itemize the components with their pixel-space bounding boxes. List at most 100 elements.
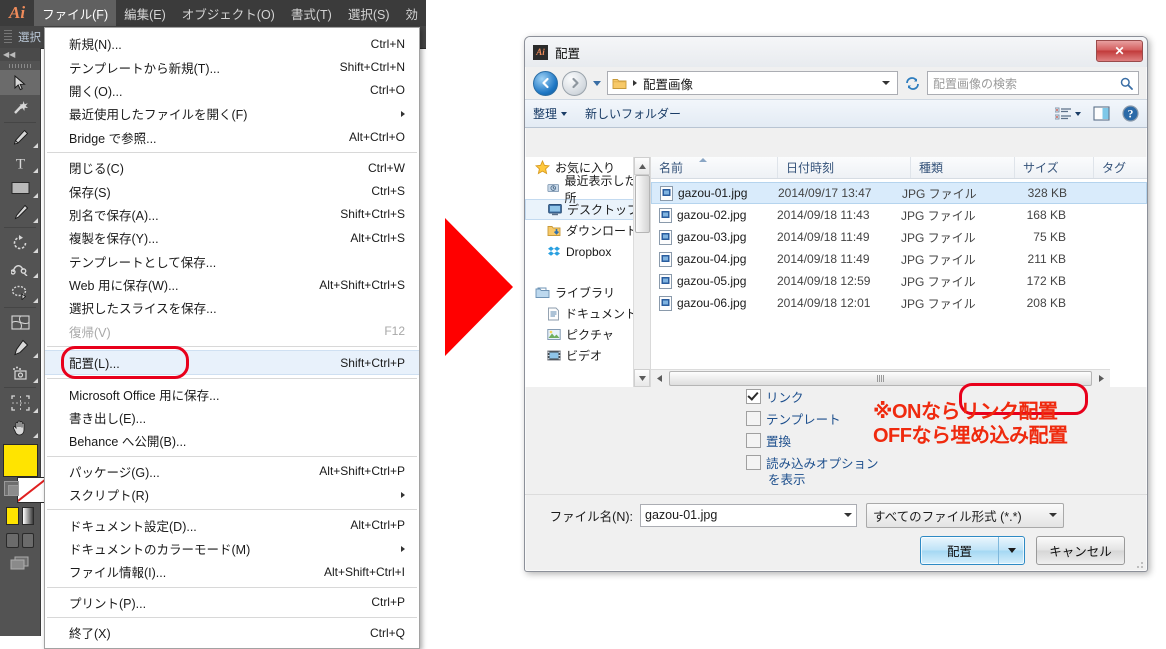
gradient-button[interactable] — [21, 507, 34, 525]
nav-item-recent-places[interactable]: 最近表示した場所 — [525, 174, 650, 205]
menu-item-document-color-mode[interactable]: ドキュメントのカラーモード(M) — [45, 537, 419, 560]
menu-item-save[interactable]: 保存(S) Ctrl+S — [45, 179, 419, 202]
filename-input[interactable]: gazou-01.jpg — [640, 503, 857, 527]
draw-behind-button[interactable] — [21, 533, 34, 548]
table-row[interactable]: gazou-06.jpg 2014/09/18 12:01 JPG ファイル 2… — [651, 292, 1147, 314]
import-options-checkbox[interactable] — [746, 455, 761, 470]
paintbrush-tool[interactable] — [0, 200, 40, 225]
search-input[interactable]: 配置画像の検索 — [927, 71, 1139, 95]
column-type[interactable]: 種類 — [911, 157, 1015, 178]
table-row[interactable]: gazou-01.jpg 2014/09/17 13:47 JPG ファイル 3… — [651, 182, 1147, 204]
menu-item-share-on-behance[interactable]: Behance へ公開(B)... — [45, 429, 419, 452]
rectangle-tool[interactable] — [0, 175, 40, 200]
menu-item-browse-in-bridge[interactable]: Bridge で参照... Alt+Ctrl+O — [45, 126, 419, 149]
link-checkbox[interactable] — [746, 389, 761, 404]
nav-item-downloads[interactable]: ダウンロード — [525, 220, 650, 241]
column-tags[interactable]: タグ — [1094, 157, 1147, 178]
nav-item-desktop[interactable]: デスクトップ — [525, 199, 648, 220]
nav-item-documents[interactable]: ドキュメント — [525, 303, 650, 324]
horizontal-scroll-thumb[interactable] — [669, 371, 1092, 386]
nav-item-dropbox[interactable]: Dropbox — [525, 241, 650, 262]
file-type-filter-select[interactable]: すべてのファイル形式 (*.*) — [866, 502, 1064, 528]
menu-item-scripts[interactable]: スクリプト(R) — [45, 483, 419, 506]
menu-item-document-setup[interactable]: ドキュメント設定(D)... Alt+Ctrl+P — [45, 513, 419, 536]
column-name[interactable]: 名前 — [651, 157, 778, 178]
menu-file[interactable]: ファイル(F) — [34, 0, 117, 26]
hand-tool[interactable] — [0, 415, 40, 440]
selection-tool[interactable] — [0, 70, 40, 95]
new-folder-button[interactable]: 新しいフォルダー — [585, 105, 681, 122]
menu-type[interactable]: 書式(T) — [283, 0, 340, 26]
view-options-button[interactable] — [1055, 107, 1081, 121]
place-button-label[interactable]: 配置 — [921, 537, 998, 564]
place-button[interactable]: 配置 — [920, 536, 1025, 565]
forward-button[interactable] — [562, 70, 587, 96]
draw-normal-button[interactable] — [6, 533, 19, 548]
organize-button[interactable]: 整理 — [533, 105, 568, 122]
menu-item-close[interactable]: 閉じる(C) Ctrl+W — [45, 156, 419, 179]
menu-item-print[interactable]: プリント(P)... Ctrl+P — [45, 591, 419, 614]
rotate-tool[interactable] — [0, 230, 40, 255]
nav-scroll-thumb[interactable] — [635, 175, 650, 233]
file-list-horizontal-scrollbar[interactable] — [651, 369, 1110, 387]
color-button[interactable] — [6, 507, 19, 525]
scroll-right-arrow[interactable] — [1093, 371, 1110, 387]
cancel-button[interactable]: キャンセル — [1036, 536, 1125, 565]
menu-item-package[interactable]: パッケージ(G)... Alt+Shift+Ctrl+P — [45, 460, 419, 483]
lasso-tool[interactable] — [0, 280, 40, 305]
dialog-title-bar[interactable]: Ai 配置 ✕ — [525, 37, 1147, 67]
nav-item-libraries[interactable]: ライブラリ — [525, 282, 650, 303]
menu-item-exit[interactable]: 終了(X) Ctrl+Q — [45, 621, 419, 644]
breadcrumb-folder[interactable]: 配置画像 — [643, 74, 693, 93]
menu-item-place[interactable]: 配置(L)... Shift+Ctrl+P — [45, 346, 419, 380]
template-checkbox[interactable] — [746, 411, 761, 426]
back-button[interactable] — [533, 70, 558, 96]
table-row[interactable]: gazou-05.jpg 2014/09/18 12:59 JPG ファイル 1… — [651, 270, 1147, 292]
preview-pane-button[interactable] — [1093, 106, 1110, 121]
nav-item-pictures[interactable]: ピクチャ — [525, 324, 650, 345]
scroll-up-arrow[interactable] — [634, 157, 650, 175]
panel-collapse-icon[interactable]: ◀◀ — [0, 48, 40, 61]
address-input[interactable]: 配置画像 — [607, 71, 898, 95]
menu-item-save-for-web[interactable]: Web 用に保存(W)... Alt+Shift+Ctrl+S — [45, 273, 419, 296]
default-fill-stroke-icon[interactable] — [4, 481, 19, 496]
screen-mode-button[interactable] — [0, 552, 40, 574]
menu-item-open[interactable]: 開く(O)... Ctrl+O — [45, 79, 419, 102]
artboard-tool[interactable] — [0, 390, 40, 415]
menu-item-save-for-microsoft-office[interactable]: Microsoft Office 用に保存... — [45, 382, 419, 405]
table-row[interactable]: gazou-02.jpg 2014/09/18 11:43 JPG ファイル 1… — [651, 204, 1147, 226]
stroke-color-swatch[interactable] — [17, 477, 45, 503]
scale-warp-tool[interactable] — [0, 255, 40, 280]
pen-tool[interactable] — [0, 125, 40, 150]
magic-wand-tool[interactable] — [0, 95, 40, 120]
menu-item-open-recent[interactable]: 最近使用したファイルを開く(F) — [45, 102, 419, 125]
menu-item-save-a-copy[interactable]: 複製を保存(Y)... Alt+Ctrl+S — [45, 226, 419, 249]
menu-item-file-info[interactable]: ファイル情報(I)... Alt+Shift+Ctrl+I — [45, 560, 419, 583]
refresh-button[interactable] — [902, 73, 923, 94]
help-button[interactable]: ? — [1122, 105, 1139, 122]
close-icon[interactable]: ✕ — [1096, 40, 1143, 62]
chevron-down-icon[interactable] — [844, 513, 852, 517]
menu-item-save-selected-slices[interactable]: 選択したスライスを保存... — [45, 296, 419, 319]
menu-item-new[interactable]: 新規(N)... Ctrl+N — [45, 32, 419, 55]
eyedropper-tool[interactable] — [0, 335, 40, 360]
address-dropdown-icon[interactable] — [882, 81, 890, 85]
menu-object[interactable]: オブジェクト(O) — [174, 0, 283, 26]
recent-locations-icon[interactable] — [593, 80, 601, 86]
table-row[interactable]: gazou-04.jpg 2014/09/18 11:49 JPG ファイル 2… — [651, 248, 1147, 270]
menu-item-new-from-template[interactable]: テンプレートから新規(T)... Shift+Ctrl+N — [45, 55, 419, 78]
type-tool[interactable]: T — [0, 150, 40, 175]
menu-select[interactable]: 選択(S) — [340, 0, 398, 26]
place-dropdown-button[interactable] — [998, 537, 1024, 564]
replace-checkbox[interactable] — [746, 433, 761, 448]
mesh-gradient-tool[interactable] — [0, 310, 40, 335]
nav-pane-scrollbar[interactable] — [633, 157, 650, 387]
resize-grip-icon[interactable] — [1134, 559, 1144, 569]
menu-item-export[interactable]: 書き出し(E)... — [45, 406, 419, 429]
fill-color-swatch[interactable] — [3, 444, 38, 477]
menu-edit[interactable]: 編集(E) — [116, 0, 174, 26]
column-date[interactable]: 日付時刻 — [778, 157, 911, 178]
blend-symbol-tool[interactable] — [0, 360, 40, 385]
tools-panel-grip[interactable] — [0, 61, 40, 70]
column-size[interactable]: サイズ — [1015, 157, 1094, 178]
